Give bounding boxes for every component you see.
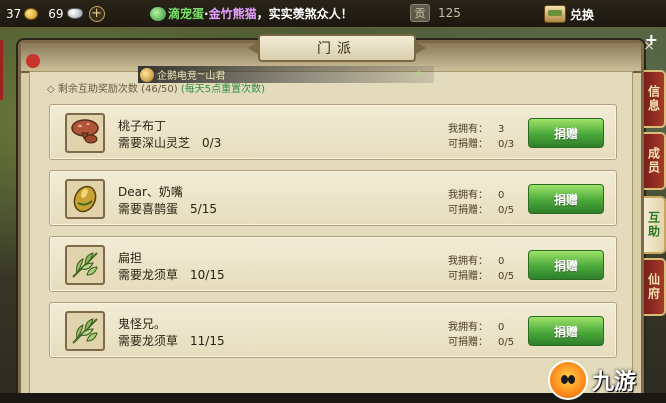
silver-resource: 69 — [48, 6, 83, 21]
shop-cart-icon — [544, 5, 566, 23]
need-progress: 11/15 — [190, 334, 225, 348]
tab-info[interactable]: 信息 — [644, 70, 666, 128]
tab-assist[interactable]: 互助 — [644, 196, 666, 254]
assist-request-row: 鬼怪兄。 需要龙须草 11/15 我拥有： 0 可捐赠： 0/5 捐赠 — [49, 302, 617, 358]
info-count: (46/50) — [141, 84, 178, 95]
giveable-value: 0/5 — [498, 337, 515, 348]
item-slot[interactable] — [65, 113, 105, 153]
tab-sect-hall[interactable]: 仙府 — [644, 258, 666, 316]
ribbon-knot-decoration — [26, 54, 40, 68]
add-currency-button[interactable]: + — [88, 5, 105, 22]
magpie-egg-icon — [73, 185, 97, 213]
giveable-value: 0/3 — [498, 139, 515, 150]
giveable-value: 0/5 — [498, 271, 515, 282]
need-progress: 5/15 — [190, 202, 217, 216]
assist-request-row: 桃子布丁 需要深山灵芝 0/3 我拥有： 3 可捐赠： 0/3 捐赠 — [49, 104, 617, 160]
giveable-label: 可捐赠： — [448, 337, 488, 348]
banner-sep: ~ — [197, 69, 206, 80]
giveable-stat: 可捐赠： 0/5 — [448, 201, 514, 216]
mascot-logo-icon — [548, 359, 588, 400]
donate-button[interactable]: 捐赠 — [528, 118, 604, 148]
assist-request-row: 扁担 需要龙须草 10/15 我拥有： 0 可捐赠： 0/5 捐赠 — [49, 236, 617, 292]
info-hint: (每天5点重置次数) — [180, 84, 266, 95]
info-prefix: ◇ 剩余互助奖励次数 — [47, 84, 138, 95]
owned-value: 0 — [498, 256, 505, 267]
giveable-value: 0/5 — [498, 205, 515, 216]
exchange-label: 兑换 — [570, 7, 595, 22]
player-name: Dear、奶嘴 — [118, 185, 183, 199]
silver-ingot-icon — [66, 8, 83, 19]
request-need: 需要龙须草 11/15 — [118, 332, 225, 349]
broadcast-ticker: 滴宠蛋 · 金竹熊猫 ，实实羡煞众人！ — [150, 3, 405, 24]
tab-members[interactable]: 成员 — [644, 132, 666, 190]
need-progress: 0/3 — [202, 136, 222, 150]
donate-button[interactable]: 捐赠 — [528, 184, 604, 214]
banner-name: 山君 — [205, 71, 226, 82]
red-ribbon-decoration — [0, 40, 40, 100]
guild-badge-icon — [140, 67, 154, 82]
owned-value: 3 — [498, 124, 505, 135]
giveable-label: 可捐赠： — [448, 205, 488, 216]
giveable-label: 可捐赠： — [448, 271, 488, 282]
owned-label: 我拥有： — [448, 124, 488, 135]
close-icon[interactable]: × — [640, 38, 658, 60]
item-slot[interactable] — [65, 245, 105, 285]
banner-prefix: 企鹅电竞 — [157, 71, 197, 82]
need-label: 需要喜鹊蛋 — [118, 202, 179, 216]
donate-button[interactable]: 捐赠 — [528, 316, 604, 346]
dragon-grass-icon — [72, 252, 98, 278]
panel-title: 门派 — [258, 34, 416, 62]
request-need: 需要龙须草 10/15 — [118, 266, 225, 283]
need-label: 需要深山灵芝 — [118, 136, 191, 150]
watermark: 九游 — [548, 356, 666, 403]
need-progress: 10/15 — [190, 268, 225, 282]
assist-request-row: Dear、奶嘴 需要喜鹊蛋 5/15 我拥有： 0 可捐赠： 0/5 捐赠 — [49, 170, 617, 226]
owned-stat: 我拥有： 3 — [448, 120, 504, 135]
request-need: 需要喜鹊蛋 5/15 — [118, 200, 217, 217]
giveable-label: 可捐赠： — [448, 139, 488, 150]
owned-stat: 我拥有： 0 — [448, 318, 504, 333]
owned-value: 0 — [498, 322, 505, 333]
guild-chat-banner[interactable]: 企鹅电竞 ~ 山君 ⇗ — [138, 66, 434, 83]
player-name: 桃子布丁 — [118, 119, 167, 133]
owned-label: 我拥有： — [448, 322, 488, 333]
contribution-seal-icon: 贡 — [410, 4, 430, 22]
need-label: 需要龙须草 — [118, 334, 179, 348]
pet-egg-icon — [150, 6, 166, 21]
gold-coin-icon — [24, 7, 39, 20]
exchange-button[interactable]: 兑换 — [544, 2, 606, 26]
giveable-stat: 可捐赠： 0/5 — [448, 333, 514, 348]
contribution-amount: 125 — [438, 6, 461, 20]
ticker-link[interactable]: 滴宠蛋 — [168, 5, 204, 22]
owned-value: 0 — [498, 190, 505, 201]
giveable-stat: 可捐赠： 0/3 — [448, 135, 514, 150]
giveable-stat: 可捐赠： 0/5 — [448, 267, 514, 282]
owned-label: 我拥有： — [448, 190, 488, 201]
ticker-pet-name: 金竹熊猫 — [208, 7, 257, 21]
request-need: 需要深山灵芝 0/3 — [118, 134, 221, 151]
watermark-text: 九游 — [592, 369, 637, 395]
player-name: 扁担 — [118, 251, 143, 265]
ticker-message: ，实实羡煞众人！ — [256, 7, 353, 21]
player-name: 鬼怪兄。 — [118, 317, 167, 331]
donate-button[interactable]: 捐赠 — [528, 250, 604, 280]
owned-stat: 我拥有： 0 — [448, 186, 504, 201]
mushroom-icon — [71, 119, 99, 144]
contribution-resource: 贡 125 — [410, 4, 461, 22]
silver-amount: 69 — [48, 6, 64, 21]
need-label: 需要龙须草 — [118, 268, 179, 282]
gold-amount: 37 — [6, 6, 22, 21]
expand-arrow-icon[interactable]: ⇗ — [413, 68, 422, 81]
owned-label: 我拥有： — [448, 256, 488, 267]
item-slot[interactable] — [65, 179, 105, 219]
item-slot[interactable] — [65, 311, 105, 351]
dragon-grass-icon — [72, 318, 98, 344]
owned-stat: 我拥有： 0 — [448, 252, 504, 267]
gold-resource: 37 — [6, 6, 39, 21]
